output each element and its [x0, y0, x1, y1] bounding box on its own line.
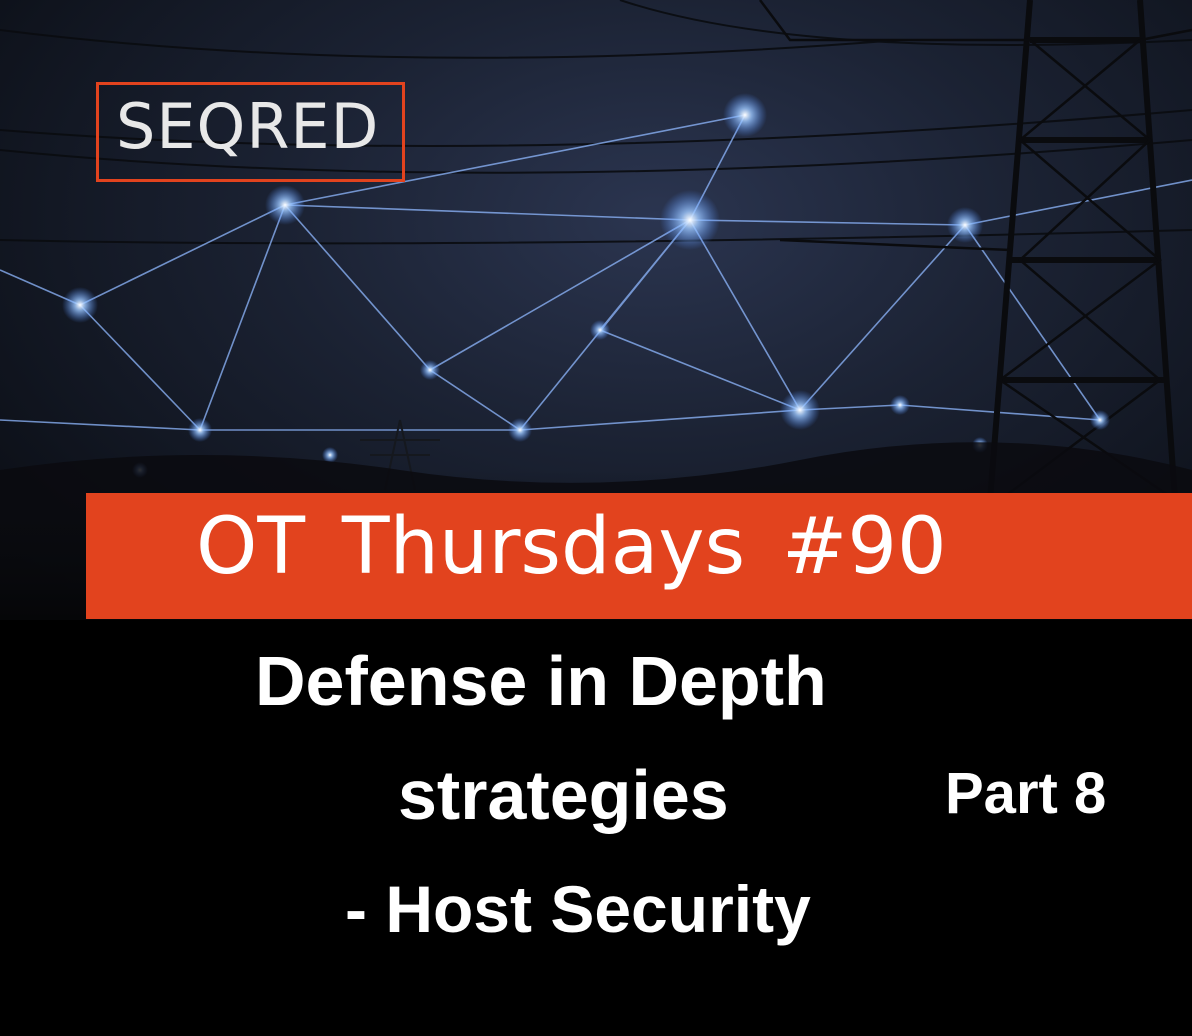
headline-line-2: strategies: [398, 756, 729, 834]
banner-title: OT Thursdays #90: [196, 502, 947, 592]
headline-line-3: - Host Security: [345, 872, 811, 946]
headline-line-1: Defense in Depth: [255, 642, 827, 720]
part-label: Part 8: [945, 761, 1107, 826]
logo-text: SEQRED: [116, 90, 380, 163]
